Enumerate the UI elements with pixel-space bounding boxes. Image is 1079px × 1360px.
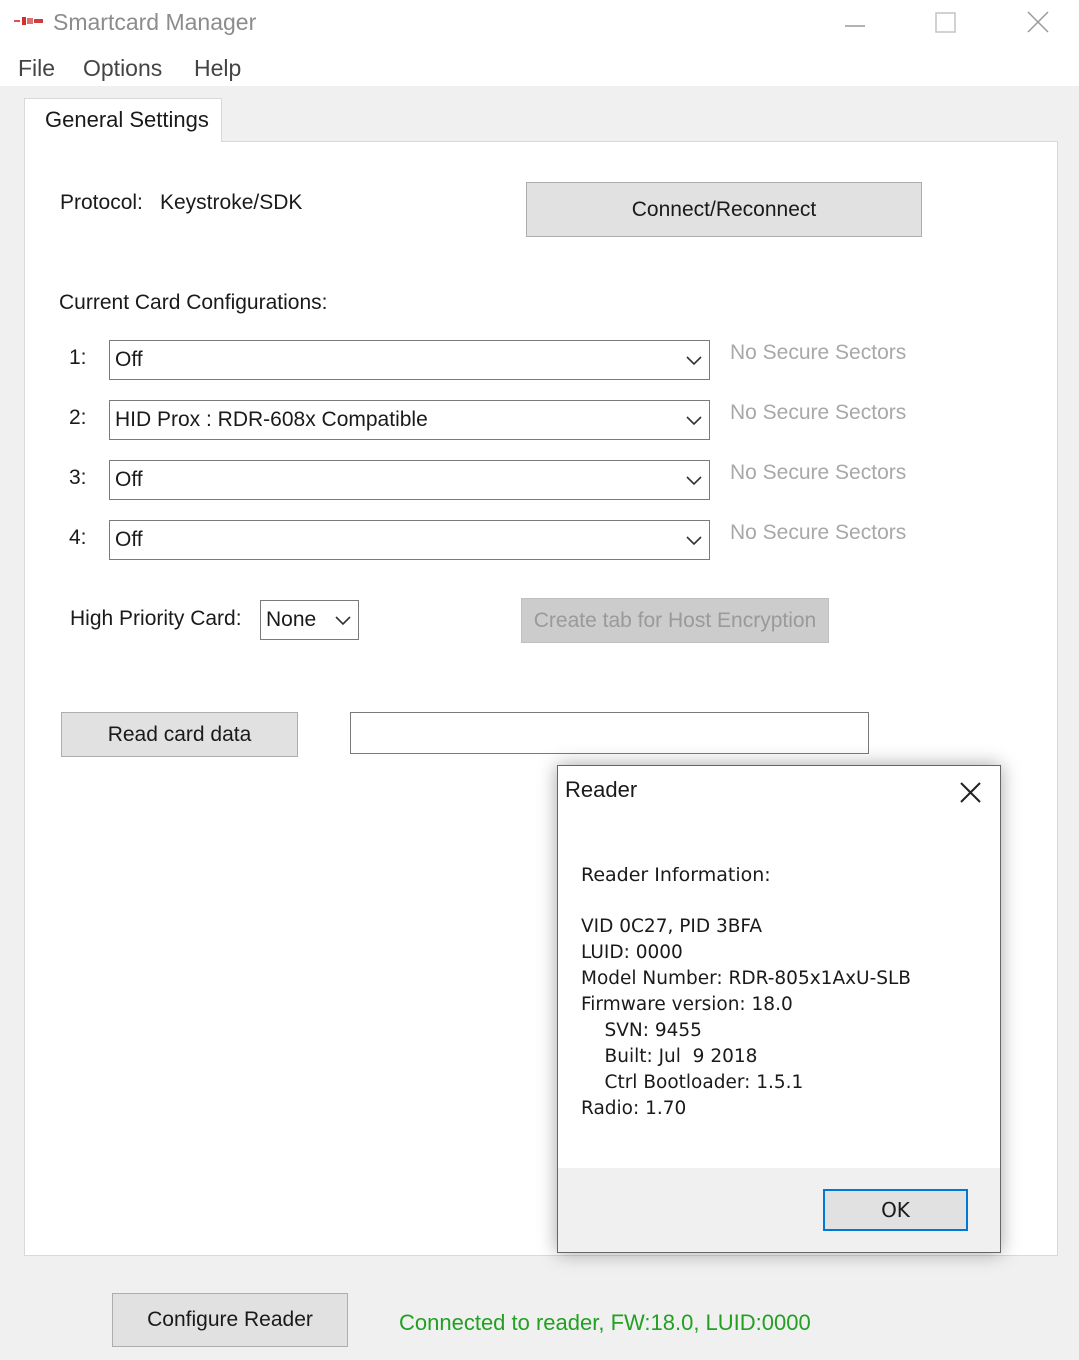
reader-info-line: Firmware version: 18.0 — [581, 994, 793, 1015]
secure-sectors-label: No Secure Sectors — [730, 461, 907, 484]
card-data-output[interactable] — [350, 712, 869, 754]
menu-bar: File Options Help — [0, 46, 1079, 86]
title-bar: Smartcard Manager — [0, 0, 1079, 46]
dialog-title: Reader — [565, 777, 638, 802]
tab-general-settings[interactable]: General Settings — [24, 98, 222, 142]
reader-dialog: Reader Reader Information: VID 0C27, PID… — [557, 765, 1001, 1253]
reader-info-line: Model Number: RDR-805x1AxU-SLB — [581, 968, 912, 989]
card-config-select-4[interactable]: Off — [109, 520, 710, 560]
create-host-encryption-tab-button[interactable]: Create tab for Host Encryption — [521, 598, 829, 643]
menu-options[interactable]: Options — [83, 55, 162, 82]
card-config-select-1[interactable]: Off — [109, 340, 710, 380]
slot-number: 4: — [69, 526, 87, 549]
protocol-value: Keystroke/SDK — [160, 191, 303, 214]
connection-status: Connected to reader, FW:18.0, LUID:0000 — [399, 1310, 811, 1335]
app-logo-icon — [14, 17, 43, 25]
close-icon — [960, 782, 981, 803]
minimize-button[interactable] — [820, 0, 890, 46]
maximize-icon — [935, 12, 956, 33]
secure-sectors-label: No Secure Sectors — [730, 341, 907, 364]
slot-number: 1: — [69, 346, 87, 369]
reader-info-line: Radio: 1.70 — [581, 1098, 687, 1119]
card-config-heading: Current Card Configurations: — [59, 291, 328, 314]
secure-sectors-label: No Secure Sectors — [730, 401, 907, 424]
minimize-icon — [845, 25, 865, 27]
window-title: Smartcard Manager — [53, 9, 257, 35]
slot-number: 3: — [69, 466, 87, 489]
maximize-button[interactable] — [910, 0, 980, 46]
close-icon — [1027, 11, 1049, 33]
reader-info-heading: Reader Information: — [581, 864, 771, 886]
tab-general-settings-label: General Settings — [45, 107, 209, 132]
read-card-data-button[interactable]: Read card data — [61, 712, 298, 757]
connect-reconnect-button[interactable]: Connect/Reconnect — [526, 182, 922, 237]
ok-button[interactable]: OK — [823, 1189, 968, 1231]
close-button[interactable] — [1003, 0, 1073, 46]
card-config-select-3[interactable]: Off — [109, 460, 710, 500]
chevron-down-icon — [686, 416, 702, 426]
reader-info-line: SVN: 9455 — [581, 1020, 702, 1041]
chevron-down-icon — [686, 476, 702, 486]
reader-info-line: Ctrl Bootloader: 1.5.1 — [581, 1072, 804, 1093]
reader-info-line: Built: Jul 9 2018 — [581, 1046, 758, 1067]
dialog-footer: OK — [558, 1168, 1000, 1252]
card-config-value: Off — [115, 528, 143, 551]
chevron-down-icon — [686, 356, 702, 366]
reader-info: Reader Information: VID 0C27, PID 3BFA L… — [581, 864, 911, 1122]
protocol-label: Protocol: — [60, 191, 143, 214]
menu-help[interactable]: Help — [194, 55, 241, 82]
card-config-select-2[interactable]: HID Prox : RDR-608x Compatible — [109, 400, 710, 440]
configure-reader-button[interactable]: Configure Reader — [112, 1293, 348, 1347]
high-priority-value: None — [266, 608, 317, 631]
card-config-value: HID Prox : RDR-608x Compatible — [115, 408, 428, 431]
high-priority-select[interactable]: None — [260, 600, 359, 640]
secure-sectors-label: No Secure Sectors — [730, 521, 907, 544]
menu-file[interactable]: File — [18, 55, 55, 82]
slot-number: 2: — [69, 406, 87, 429]
reader-info-line: LUID: 0000 — [581, 942, 683, 963]
card-config-value: Off — [115, 468, 143, 491]
card-config-value: Off — [115, 348, 143, 371]
chevron-down-icon — [335, 616, 351, 626]
reader-info-line: VID 0C27, PID 3BFA — [581, 916, 763, 937]
dialog-close-button[interactable] — [948, 772, 994, 810]
high-priority-label: High Priority Card: — [70, 607, 242, 630]
chevron-down-icon — [686, 536, 702, 546]
